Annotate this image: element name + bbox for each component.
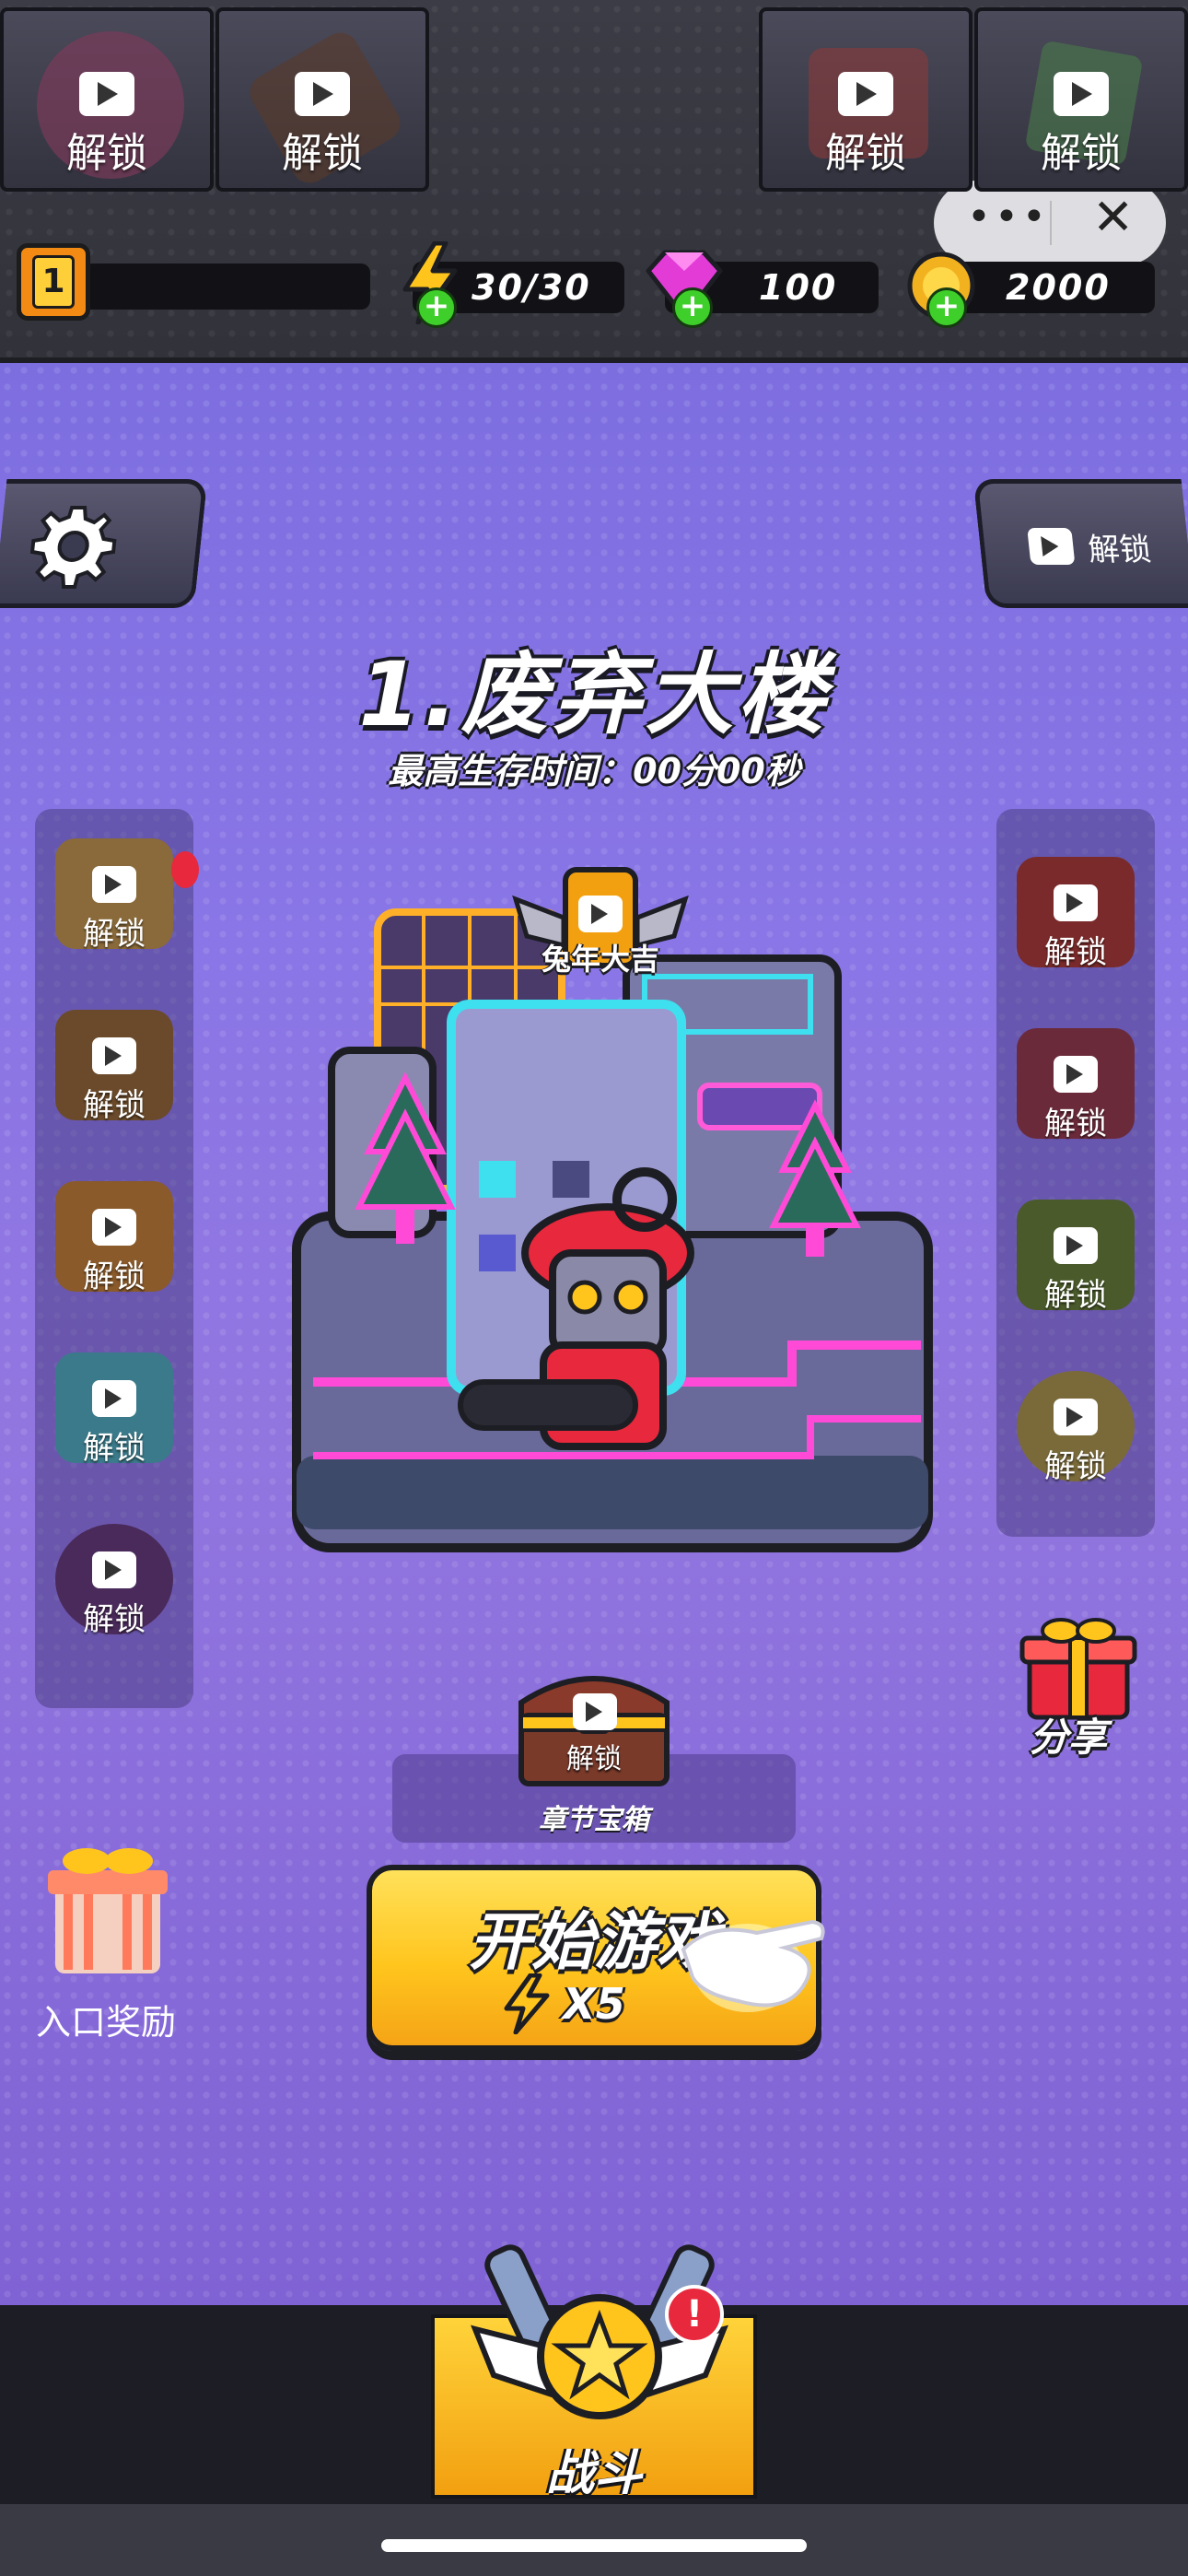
menu-item-wardrobe[interactable]: 解锁 [1002, 848, 1149, 995]
video-icon [79, 72, 134, 116]
close-icon[interactable]: ✕ [1092, 188, 1134, 246]
menu-item-label: 解锁 [83, 916, 146, 953]
video-icon [1054, 72, 1109, 116]
battle-alert-badge: ! [665, 2285, 724, 2344]
player-level-badge[interactable]: 1 [17, 243, 90, 321]
capsule-divider [1050, 201, 1052, 245]
add-coins-button[interactable]: + [926, 287, 967, 328]
gem-value: 100 [759, 267, 838, 308]
video-icon [838, 72, 893, 116]
settings-button[interactable] [0, 479, 208, 608]
menu-item-patrol[interactable]: 解锁 [41, 1001, 188, 1148]
event-badge-rabbit-year[interactable]: 兔年大吉 [508, 862, 693, 991]
video-icon [1027, 528, 1076, 565]
video-icon [1054, 1399, 1098, 1435]
event-badge-label: 兔年大吉 [541, 942, 659, 977]
notification-dot [171, 851, 199, 888]
menu-item-label: 解锁 [1044, 1277, 1107, 1314]
video-icon [1054, 1056, 1098, 1093]
menu-item-label: 解锁 [83, 1087, 146, 1124]
chapter-chest-label: 章节宝箱 [539, 1804, 649, 1836]
video-icon [92, 1037, 136, 1074]
menu-item-signin[interactable]: 解锁 [41, 829, 199, 977]
video-icon [92, 1209, 136, 1246]
menu-item-chest[interactable]: 解锁 [1002, 1190, 1149, 1338]
menu-item-label: 解锁 [1044, 1448, 1107, 1485]
more-icon[interactable]: ••• [967, 193, 1050, 240]
menu-item-label: 解锁 [1044, 934, 1107, 971]
menu-item-idle[interactable]: 解锁 [41, 1515, 188, 1662]
video-icon [1054, 1227, 1098, 1264]
nav-tab-1[interactable]: 解锁 [0, 7, 214, 192]
best-survival-time: 最高生存时间：00分00秒 [388, 751, 800, 791]
gear-icon [29, 506, 117, 589]
add-gems-button[interactable]: + [672, 287, 713, 328]
menu-item-label: 解锁 [1044, 1106, 1107, 1142]
nav-tab-label: 解锁 [825, 130, 906, 177]
nav-tab-4[interactable]: 解锁 [759, 7, 973, 192]
video-icon [92, 866, 136, 903]
nav-tab-label: 解锁 [1041, 130, 1122, 177]
unlock-label: 解锁 [1086, 532, 1153, 568]
video-icon [1054, 884, 1098, 921]
nav-tab-label: 战斗 [545, 2446, 642, 2501]
entrance-reward-button[interactable]: 入口奖励 [18, 1833, 203, 2045]
menu-item-label: 解锁 [83, 1601, 146, 1638]
chapter-chest-button[interactable]: 解锁 [508, 1655, 680, 1793]
home-indicator[interactable] [381, 2539, 807, 2552]
video-icon [295, 72, 350, 116]
menu-item-heroes[interactable]: 解锁 [1002, 1019, 1149, 1166]
top-right-unlock-button[interactable]: 解锁 [973, 479, 1188, 608]
video-icon [578, 896, 623, 932]
add-energy-button[interactable]: + [416, 287, 457, 328]
menu-item-rps[interactable]: 解锁 [41, 1343, 188, 1491]
menu-item-label: 解锁 [83, 1259, 146, 1295]
video-icon [92, 1380, 136, 1417]
menu-item-privilege[interactable]: 解锁 [1002, 1362, 1149, 1509]
nav-tab-2[interactable]: 解锁 [215, 7, 429, 192]
share-label: 分享 [1030, 1715, 1108, 1760]
pointing-hand-icon [681, 1919, 825, 2012]
coin-value: 2000 [1006, 267, 1111, 308]
energy-value: 30/30 [472, 267, 591, 308]
xp-bar [83, 263, 370, 310]
chest-unlock-label: 解锁 [566, 1743, 622, 1775]
menu-item-label: 解锁 [83, 1430, 146, 1467]
level-title: 1.废弃大楼 [358, 643, 830, 746]
player-level: 1 [32, 255, 75, 309]
nav-tab-5[interactable]: 解锁 [974, 7, 1188, 192]
gift-box-icon [48, 1848, 168, 1973]
nav-tab-label: 解锁 [282, 130, 363, 177]
menu-item-tasks[interactable]: 解锁 [41, 1172, 188, 1319]
video-icon [92, 1551, 136, 1588]
share-button[interactable]: 分享 [1009, 1612, 1147, 1769]
video-icon [573, 1693, 617, 1730]
entrance-reward-label: 入口奖励 [35, 2002, 176, 2043]
nav-tab-label: 解锁 [66, 130, 147, 177]
